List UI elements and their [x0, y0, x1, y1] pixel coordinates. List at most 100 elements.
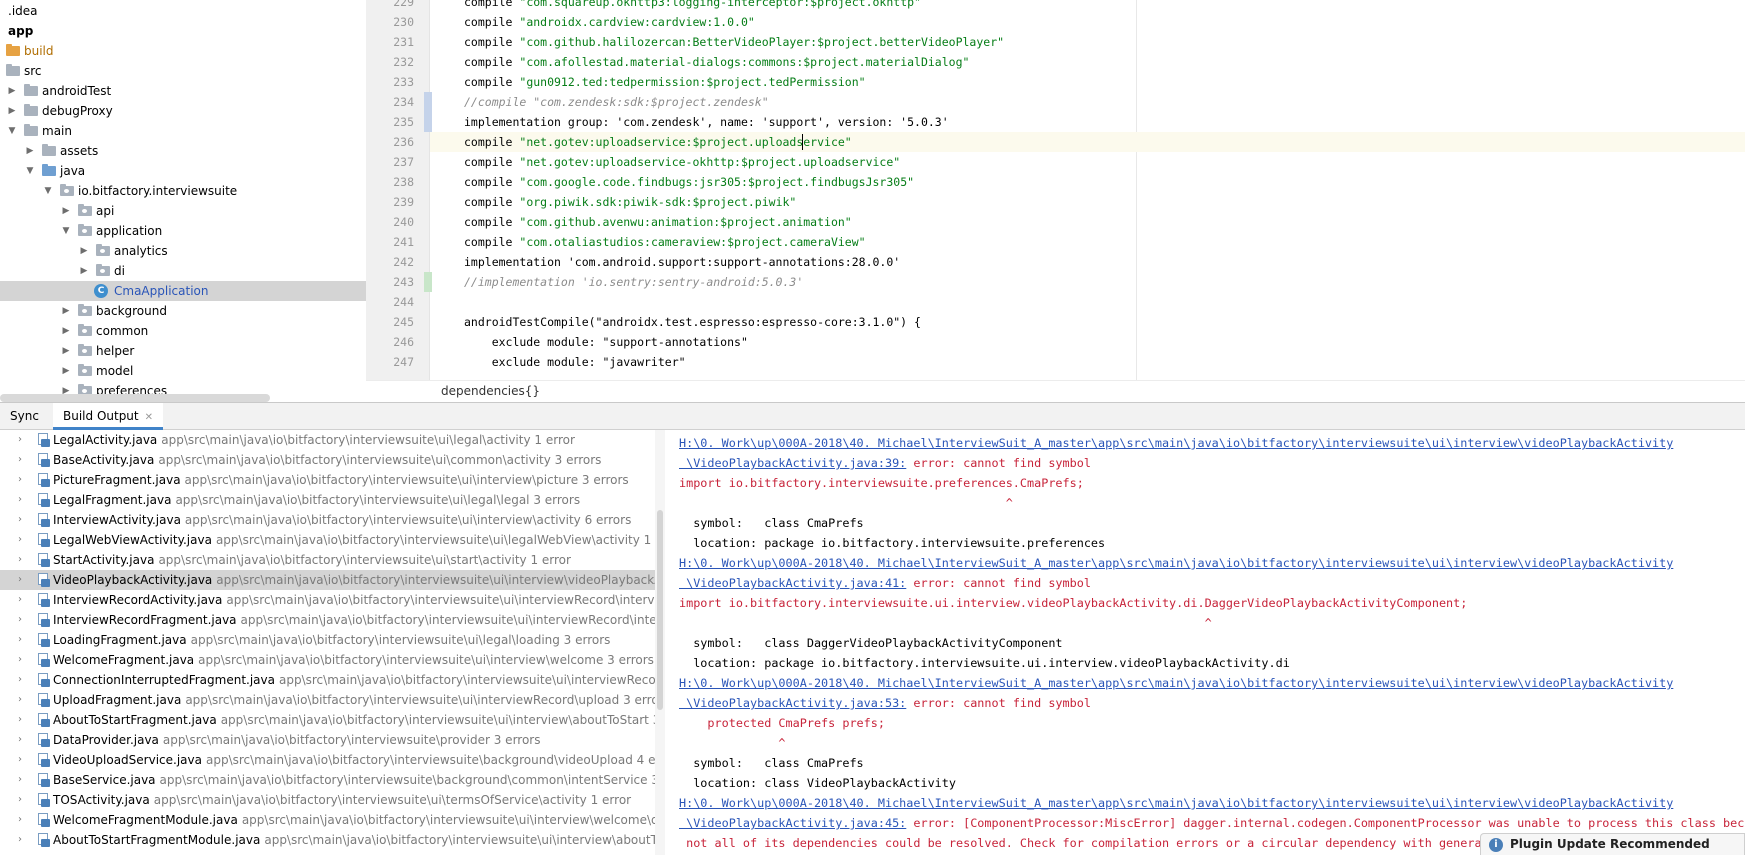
- build-error-file-row[interactable]: › AboutToStartFragment.java app\src\main\j…: [0, 710, 655, 730]
- chevron-right-icon[interactable]: ›: [18, 770, 22, 790]
- tree-item-helper[interactable]: ▶ helper: [0, 341, 366, 361]
- plugin-update-notification[interactable]: i Plugin Update Recommended: [1480, 833, 1745, 855]
- code-line[interactable]: compile "net.gotev:uploadservice-okhttp:…: [430, 152, 1745, 172]
- code-line[interactable]: compile "org.piwik.sdk:piwik-sdk:$projec…: [430, 192, 1745, 212]
- chevron-right-icon[interactable]: ›: [18, 470, 22, 490]
- build-error-file-row[interactable]: › VideoUploadService.java app\src\main\jav…: [0, 750, 655, 770]
- code-editor[interactable]: 229 230 231 232 233 234 235 236 237 238 239 240 241 2…: [366, 0, 1745, 402]
- code-line[interactable]: compile "androidx.cardview:cardview:1.0.…: [430, 12, 1745, 32]
- chevron-right-icon[interactable]: ▶: [6, 101, 18, 121]
- tree-item-io-bitfactory-interviewsuite[interactable]: ▼ io.bitfactory.interviewsuite: [0, 181, 366, 201]
- code-line[interactable]: compile "com.otaliastudios:cameraview:$p…: [430, 232, 1745, 252]
- tree-item-background[interactable]: ▶ background: [0, 301, 366, 321]
- chevron-right-icon[interactable]: ▶: [6, 81, 18, 101]
- tab-sync[interactable]: Sync: [0, 403, 49, 430]
- build-error-file-row[interactable]: › ConnectionInterruptedFragment.java app\s…: [0, 670, 655, 690]
- tree-item-application[interactable]: ▼ application: [0, 221, 366, 241]
- tree-horizontal-scrollbar[interactable]: [0, 394, 270, 402]
- source-file-link[interactable]: H:\0. Work\up\000A-2018\40. Michael\Inte…: [679, 556, 1673, 570]
- chevron-right-icon[interactable]: ›: [18, 510, 22, 530]
- scrollbar-thumb[interactable]: [657, 510, 663, 710]
- close-icon[interactable]: ✕: [145, 412, 153, 423]
- tree-item-assets[interactable]: ▶ assets: [0, 141, 366, 161]
- code-line[interactable]: compile "gun0912.ted:tedpermission:$proj…: [430, 72, 1745, 92]
- tree-item-model[interactable]: ▶ model: [0, 361, 366, 381]
- chevron-right-icon[interactable]: ▶: [60, 301, 72, 321]
- tree-item-cmaapplication[interactable]: C CmaApplication: [0, 281, 366, 301]
- chevron-right-icon[interactable]: ›: [18, 590, 22, 610]
- source-file-link[interactable]: \VideoPlaybackActivity.java:39:: [679, 456, 906, 470]
- code-line[interactable]: compile "com.squareup.okhttp3:logging-in…: [430, 0, 1745, 12]
- tree-item-analytics[interactable]: ▶ analytics: [0, 241, 366, 261]
- code-line[interactable]: compile "com.github.avenwu:animation:$pr…: [430, 212, 1745, 232]
- build-error-file-row[interactable]: › WelcomeFragmentModule.java app\src\main\…: [0, 810, 655, 830]
- build-error-file-row[interactable]: › VideoPlaybackActivity.java app\src\main\…: [0, 570, 655, 590]
- build-error-file-row[interactable]: › PictureFragment.java app\src\main\java\i…: [0, 470, 655, 490]
- code-line[interactable]: //implementation 'io.sentry:sentry-andro…: [430, 272, 1745, 292]
- chevron-right-icon[interactable]: ›: [18, 730, 22, 750]
- chevron-right-icon[interactable]: ›: [18, 570, 22, 590]
- chevron-right-icon[interactable]: ›: [18, 550, 22, 570]
- tab-build-output[interactable]: Build Output ✕: [53, 403, 164, 430]
- chevron-right-icon[interactable]: ▶: [60, 341, 72, 361]
- chevron-right-icon[interactable]: ›: [18, 490, 22, 510]
- build-error-file-row[interactable]: › UploadFragment.java app\src\main\java\io…: [0, 690, 655, 710]
- build-output-console[interactable]: H:\0. Work\up\000A-2018\40. Michael\Inte…: [665, 430, 1745, 855]
- code-line[interactable]: [430, 292, 1745, 312]
- code-line[interactable]: compile "net.gotev:uploadservice:$projec…: [430, 132, 1745, 152]
- chevron-right-icon[interactable]: ›: [18, 450, 22, 470]
- tree-item-debugproxy[interactable]: ▶ debugProxy: [0, 101, 366, 121]
- chevron-right-icon[interactable]: ▶: [78, 261, 90, 281]
- code-line[interactable]: androidTestCompile("androidx.test.espres…: [430, 312, 1745, 332]
- tree-item-java[interactable]: ▼ java: [0, 161, 366, 181]
- chevron-right-icon[interactable]: ▶: [60, 321, 72, 341]
- build-error-file-row[interactable]: › InterviewRecordActivity.java app\src\mai…: [0, 590, 655, 610]
- code-line[interactable]: implementation 'com.android.support:supp…: [430, 252, 1745, 272]
- tree-item-di[interactable]: ▶ di: [0, 261, 366, 281]
- build-error-file-row[interactable]: › DataProvider.java app\src\main\java\io\b…: [0, 730, 655, 750]
- code-line[interactable]: //compile "com.zendesk:sdk:$project.zend…: [430, 92, 1745, 112]
- chevron-right-icon[interactable]: ▶: [60, 201, 72, 221]
- source-file-link[interactable]: H:\0. Work\up\000A-2018\40. Michael\Inte…: [679, 436, 1673, 450]
- code-line[interactable]: compile "com.google.code.findbugs:jsr305…: [430, 172, 1745, 192]
- build-error-file-row[interactable]: › WelcomeFragment.java app\src\main\java\i…: [0, 650, 655, 670]
- build-error-file-row[interactable]: › TOSActivity.java app\src\main\java\io\bi…: [0, 790, 655, 810]
- tree-item-build[interactable]: build: [0, 41, 366, 61]
- chevron-right-icon[interactable]: ▶: [60, 361, 72, 381]
- chevron-right-icon[interactable]: ›: [18, 530, 22, 550]
- code-line[interactable]: exclude module: "support-annotations": [430, 332, 1745, 352]
- code-line[interactable]: implementation group: 'com.zendesk', nam…: [430, 112, 1745, 132]
- build-error-file-row[interactable]: › LegalWebViewActivity.java app\src\main\j…: [0, 530, 655, 550]
- source-file-link[interactable]: H:\0. Work\up\000A-2018\40. Michael\Inte…: [679, 676, 1673, 690]
- chevron-down-icon[interactable]: ▼: [42, 181, 54, 201]
- tree-item-idea[interactable]: .idea: [0, 1, 366, 21]
- chevron-right-icon[interactable]: ›: [18, 790, 22, 810]
- build-error-file-row[interactable]: › LegalActivity.java app\src\main\java\io\…: [0, 430, 655, 450]
- chevron-right-icon[interactable]: ›: [18, 650, 22, 670]
- build-error-file-row[interactable]: › InterviewRecordFragment.java app\src\mai…: [0, 610, 655, 630]
- code-line[interactable]: compile "com.afollestad.material-dialogs…: [430, 52, 1745, 72]
- build-error-file-row[interactable]: › LegalFragment.java app\src\main\java\io\…: [0, 490, 655, 510]
- source-file-link[interactable]: \VideoPlaybackActivity.java:41:: [679, 576, 906, 590]
- tree-item-androidtest[interactable]: ▶ androidTest: [0, 81, 366, 101]
- tree-item-main[interactable]: ▼ main: [0, 121, 366, 141]
- source-file-link[interactable]: \VideoPlaybackActivity.java:53:: [679, 696, 906, 710]
- source-file-link[interactable]: H:\0. Work\up\000A-2018\40. Michael\Inte…: [679, 796, 1673, 810]
- build-error-file-row[interactable]: › AboutToStartFragmentModule.java app\src\…: [0, 830, 655, 850]
- build-error-file-row[interactable]: › LoadingFragment.java app\src\main\java\i…: [0, 630, 655, 650]
- chevron-right-icon[interactable]: ›: [18, 670, 22, 690]
- tree-item-common[interactable]: ▶ common: [0, 321, 366, 341]
- chevron-right-icon[interactable]: ›: [18, 690, 22, 710]
- chevron-right-icon[interactable]: ›: [18, 430, 22, 450]
- build-error-file-row[interactable]: › InterviewActivity.java app\src\main\java…: [0, 510, 655, 530]
- source-file-link[interactable]: \VideoPlaybackActivity.java:45:: [679, 816, 906, 830]
- chevron-right-icon[interactable]: ›: [18, 750, 22, 770]
- build-error-file-row[interactable]: › StartActivity.java app\src\main\java\io\…: [0, 550, 655, 570]
- chevron-down-icon[interactable]: ▼: [6, 121, 18, 141]
- tree-item-app[interactable]: app: [0, 21, 366, 41]
- chevron-down-icon[interactable]: ▼: [24, 161, 36, 181]
- breadcrumb-item[interactable]: dependencies{}: [441, 384, 540, 398]
- chevron-right-icon[interactable]: ›: [18, 810, 22, 830]
- chevron-right-icon[interactable]: ›: [18, 610, 22, 630]
- chevron-right-icon[interactable]: ›: [18, 710, 22, 730]
